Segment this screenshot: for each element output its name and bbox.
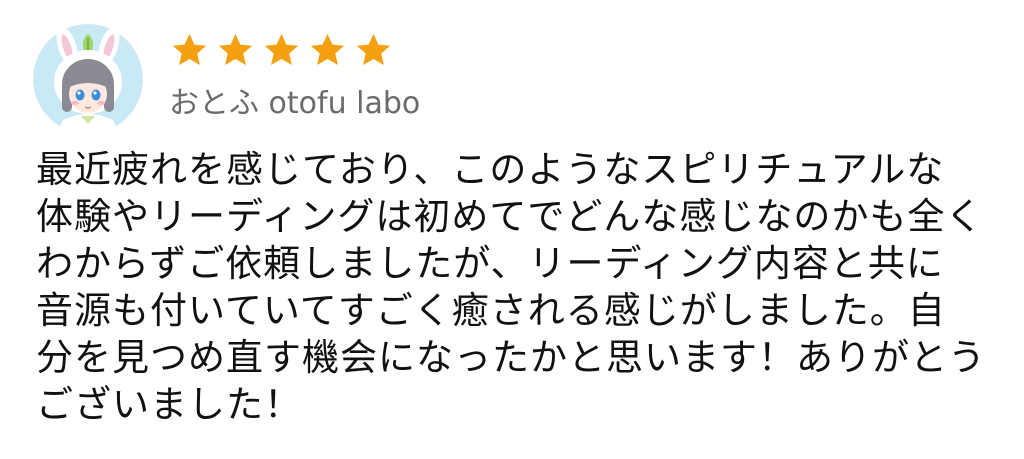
review-text-line: わからずご依頼しましたが、リーディング内容と共に: [36, 242, 944, 285]
bunny-hood-girl-avatar-icon: [33, 24, 143, 134]
star-icon: [354, 31, 393, 71]
reviewer-name: おとふ otofu labo: [169, 86, 421, 121]
review-text-line: 最近疲れを感じており、このようなスピリチュアルな: [36, 148, 945, 191]
star-icon: [308, 31, 347, 71]
review-text-line: 音源も付いていてすごく癒される感じがしました。自: [36, 289, 946, 332]
review-text-line: 分を見つめ直す機会になったかと思います！ありがとう: [36, 336, 986, 379]
review-card: おとふ otofu labo 最近疲れを感じており、このようなスピリチュアルな …: [0, 0, 1024, 459]
reviewer-avatar[interactable]: [33, 24, 143, 134]
star-icon: [216, 31, 255, 71]
review-text-line: ございました！: [36, 383, 302, 426]
star-icon: [170, 31, 209, 71]
star-icon: [262, 31, 301, 71]
review-text: 最近疲れを感じており、このようなスピリチュアルな 体験やリーディングは初めてでど…: [36, 146, 996, 428]
review-text-line: 体験やリーディングは初めてでどんな感じなのかも全く: [36, 195, 984, 238]
star-rating: [170, 31, 393, 71]
